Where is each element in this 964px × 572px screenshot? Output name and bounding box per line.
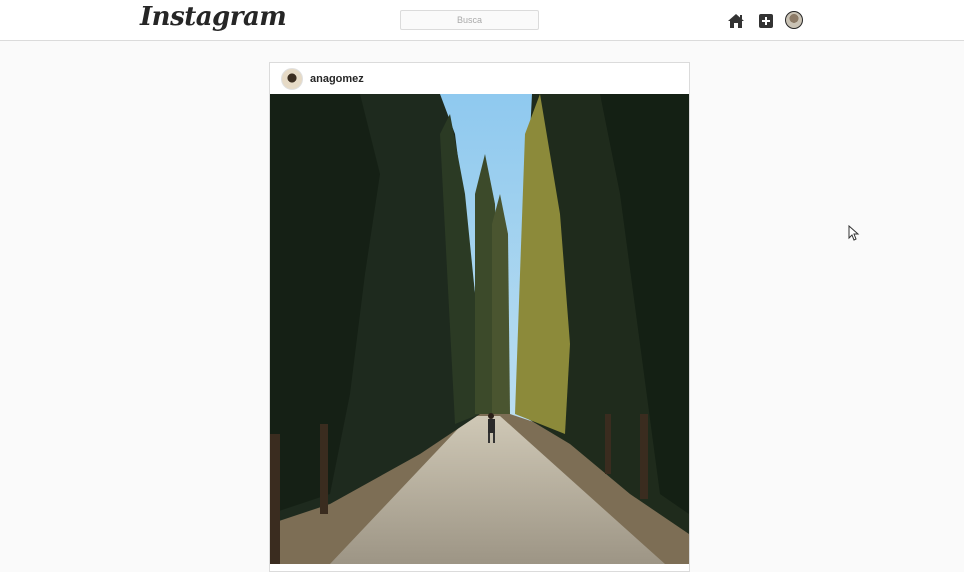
instagram-logo[interactable]: Instagram: [140, 2, 287, 32]
post-card: anagomez: [269, 62, 690, 572]
mouse-cursor-icon: [848, 224, 860, 246]
profile-avatar[interactable]: [785, 11, 803, 29]
post-author-avatar[interactable]: [281, 67, 303, 90]
search-input[interactable]: [400, 10, 539, 30]
top-navigation-bar: Instagram: [0, 0, 964, 41]
post-photo[interactable]: [270, 94, 689, 564]
post-header: anagomez: [270, 63, 689, 94]
post-username[interactable]: anagomez: [310, 73, 364, 85]
add-post-icon[interactable]: [757, 12, 775, 30]
home-icon[interactable]: [727, 12, 745, 30]
